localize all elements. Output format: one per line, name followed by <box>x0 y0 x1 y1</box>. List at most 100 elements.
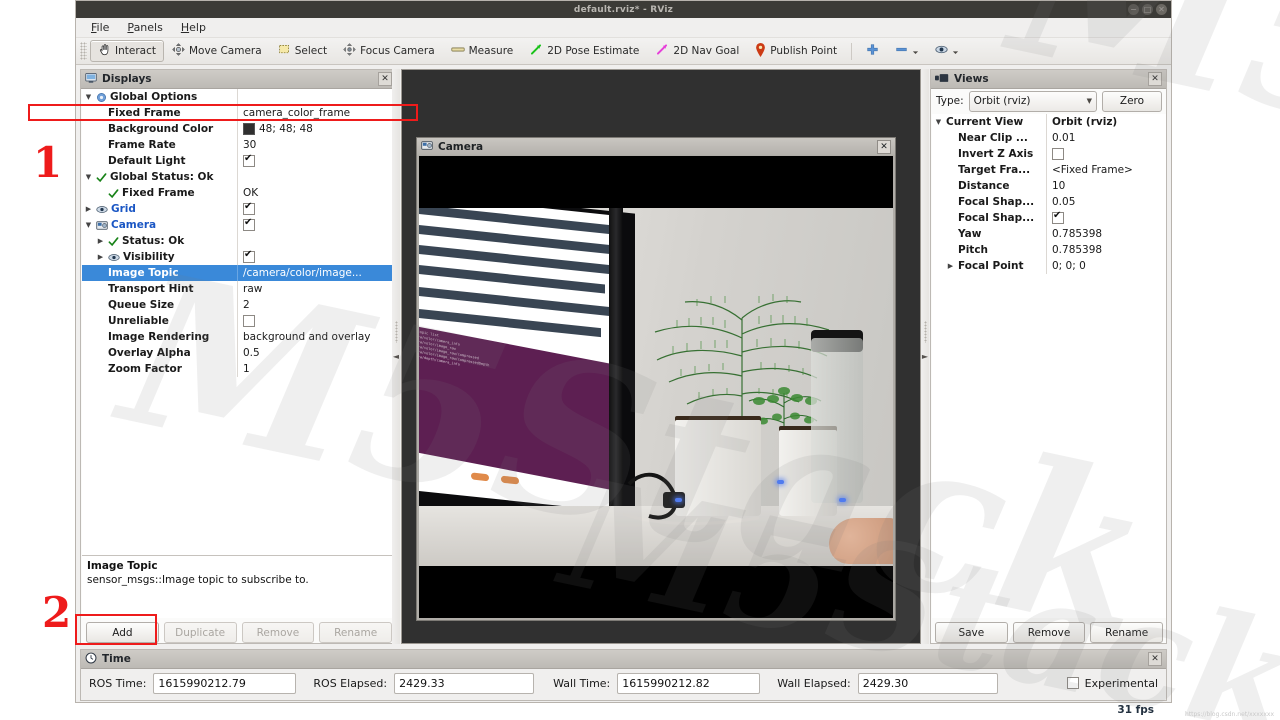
chevron-down-icon[interactable]: ▼ <box>934 118 943 126</box>
property-value-cell[interactable]: background and overlay <box>237 329 396 345</box>
add-button[interactable]: Add <box>86 622 159 643</box>
property-row[interactable]: Fixed Frame camera_color_frame <box>82 105 396 121</box>
zero-button[interactable]: Zero <box>1102 90 1162 112</box>
ros-elapsed-input[interactable]: 2429.33 <box>394 672 535 694</box>
property-row[interactable]: Target Fra... <Fixed Frame> <box>932 162 1166 178</box>
property-value-cell[interactable] <box>237 201 396 217</box>
property-row[interactable]: Overlay Alpha 0.5 <box>82 345 396 361</box>
property-row[interactable]: Image Rendering background and overlay <box>82 329 396 345</box>
property-row[interactable]: Yaw 0.785398 <box>932 226 1166 242</box>
tool-focus-camera[interactable]: Focus Camera <box>335 40 443 62</box>
chevron-right-icon[interactable]: ▶ <box>96 237 105 245</box>
property-value-cell[interactable] <box>237 89 396 105</box>
property-row[interactable]: Default Light <box>82 153 396 169</box>
property-row[interactable]: ▼ Current View Orbit (rviz) <box>932 114 1166 130</box>
property-row[interactable]: ▼ Global Status: Ok <box>82 169 396 185</box>
property-value-cell[interactable] <box>237 217 396 233</box>
ros-time-input[interactable]: 1615990212.79 <box>153 672 297 694</box>
menu-item-help[interactable]: Help <box>173 19 214 36</box>
property-value-cell[interactable]: /camera/color/image... <box>237 265 396 281</box>
property-row[interactable]: ▶ Grid <box>82 201 396 217</box>
add-tool-button[interactable] <box>858 40 887 62</box>
property-row[interactable]: Fixed Frame OK <box>82 185 396 201</box>
chevron-down-icon[interactable]: ▼ <box>84 93 93 101</box>
tool-select[interactable]: Select <box>270 40 335 62</box>
property-value-cell[interactable]: camera_color_frame <box>237 105 396 121</box>
splitter-right[interactable]: ► <box>921 69 929 644</box>
property-value-cell[interactable] <box>1046 146 1166 162</box>
property-value-cell[interactable] <box>237 313 396 329</box>
maximize-icon[interactable]: □ <box>1142 4 1153 15</box>
chevron-right-icon[interactable]: ▶ <box>96 253 105 261</box>
tool-interact[interactable]: Interact <box>90 40 164 62</box>
property-checkbox[interactable] <box>243 153 255 167</box>
property-value-cell[interactable] <box>237 169 396 185</box>
property-row[interactable]: Focal Shap... 0.05 <box>932 194 1166 210</box>
tool-measure[interactable]: Measure <box>443 40 522 62</box>
property-row[interactable]: Distance 10 <box>932 178 1166 194</box>
property-value-cell[interactable]: 0.01 <box>1046 130 1166 146</box>
property-row[interactable]: Invert Z Axis <box>932 146 1166 162</box>
property-row[interactable]: Queue Size 2 <box>82 297 396 313</box>
property-row[interactable]: Near Clip ... 0.01 <box>932 130 1166 146</box>
property-value-cell[interactable]: <Fixed Frame> <box>1046 162 1166 178</box>
property-checkbox[interactable] <box>243 249 255 263</box>
property-value-cell[interactable]: 10 <box>1046 178 1166 194</box>
property-value-cell[interactable]: 2 <box>237 297 396 313</box>
property-row[interactable]: ▼ Camera <box>82 217 396 233</box>
experimental-checkbox[interactable] <box>1066 677 1079 689</box>
property-value-cell[interactable]: raw <box>237 281 396 297</box>
close-icon[interactable]: ✕ <box>1148 72 1162 86</box>
tool-move-camera[interactable]: Move Camera <box>164 40 270 62</box>
property-row[interactable]: ▶ Status: Ok <box>82 233 396 249</box>
property-value-cell[interactable]: 0; 0; 0 <box>1046 258 1166 274</box>
property-row[interactable]: Image Topic/camera/color/image... <box>82 265 396 281</box>
property-row[interactable]: Zoom Factor 1 <box>82 361 396 377</box>
wall-elapsed-input[interactable]: 2429.30 <box>857 672 998 694</box>
property-row[interactable]: Frame Rate 30 <box>82 137 396 153</box>
property-row[interactable]: ▼ Global Options <box>82 89 396 105</box>
property-value-cell[interactable]: 48; 48; 48 <box>237 121 396 137</box>
toolbar-grip[interactable] <box>80 42 87 60</box>
property-checkbox[interactable] <box>243 315 255 327</box>
view-type-select[interactable]: Orbit (rviz) ▼ <box>968 90 1097 112</box>
wall-time-input[interactable]: 1615990212.82 <box>617 672 761 694</box>
property-value-cell[interactable] <box>237 153 396 169</box>
chevron-down-icon[interactable]: ▼ <box>84 221 93 229</box>
property-row[interactable]: Unreliable <box>82 313 396 329</box>
property-row[interactable]: Background Color 48; 48; 48 <box>82 121 396 137</box>
property-value-cell[interactable]: 0.785398 <box>1046 242 1166 258</box>
experimental-toggle[interactable]: Experimental <box>1066 677 1158 690</box>
visibility-tool-button[interactable] <box>927 40 967 62</box>
close-icon[interactable]: ✕ <box>1156 4 1167 15</box>
remove-view-button[interactable]: Remove <box>1012 622 1086 643</box>
rename-view-button[interactable]: Rename <box>1090 622 1164 643</box>
property-checkbox[interactable] <box>243 201 255 215</box>
tool-2d-pose-estimate[interactable]: 2D Pose Estimate <box>521 40 647 62</box>
property-value-cell[interactable] <box>1046 210 1166 226</box>
menu-item-file[interactable]: File <box>83 19 117 36</box>
menu-item-panels[interactable]: Panels <box>119 19 170 36</box>
property-value-cell[interactable]: 0.05 <box>1046 194 1166 210</box>
property-value-cell[interactable]: 1 <box>237 361 396 377</box>
property-row[interactable]: ▶ Visibility <box>82 249 396 265</box>
remove-tool-button[interactable] <box>887 40 927 62</box>
property-value-cell[interactable]: Orbit (rviz) <box>1046 114 1166 130</box>
property-value-cell[interactable] <box>237 249 396 265</box>
close-icon[interactable]: ✕ <box>1148 652 1162 666</box>
save-button[interactable]: Save <box>935 622 1008 643</box>
color-swatch[interactable] <box>243 123 255 135</box>
property-row[interactable]: Focal Shap... <box>932 210 1166 226</box>
tool-publish-point[interactable]: Publish Point <box>747 40 845 62</box>
property-row[interactable]: Transport Hint raw <box>82 281 396 297</box>
close-icon[interactable]: ✕ <box>877 139 891 154</box>
property-checkbox[interactable] <box>1052 210 1064 224</box>
displays-property-tree[interactable]: ▼ Global Options Fixed Frame camera_color_f… <box>82 89 396 556</box>
property-checkbox[interactable] <box>243 217 255 231</box>
property-value-cell[interactable] <box>237 233 396 249</box>
tool-2d-nav-goal[interactable]: 2D Nav Goal <box>647 40 747 62</box>
chevron-down-icon[interactable]: ▼ <box>84 173 93 181</box>
property-value-cell[interactable]: OK <box>237 185 396 201</box>
property-value-cell[interactable]: 0.5 <box>237 345 396 361</box>
views-property-tree[interactable]: ▼ Current View Orbit (rviz) Near Clip ... 0.… <box>932 114 1166 618</box>
